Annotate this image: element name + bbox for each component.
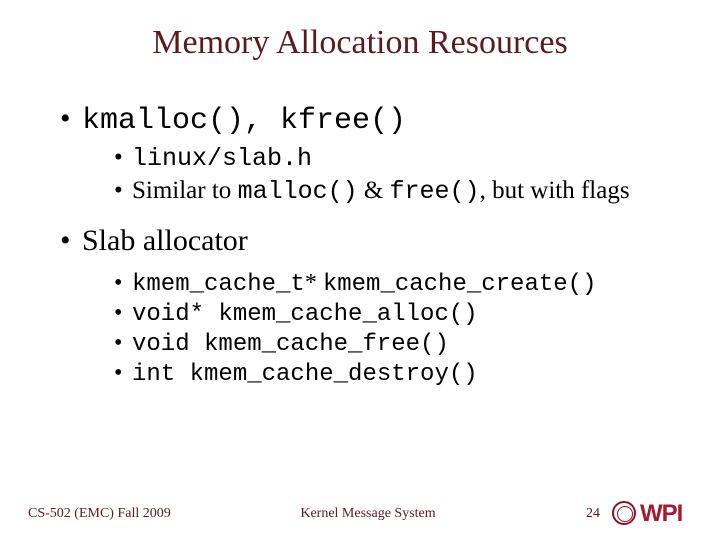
bullet-icon xyxy=(60,224,82,258)
slide-title: Memory Allocation Resources xyxy=(0,24,720,62)
code-pre: int kmem_cache_destroy() xyxy=(132,361,478,388)
bullet-icon xyxy=(114,177,132,205)
subbullet-similar-to: Similar to malloc() & free(), but with f… xyxy=(114,177,680,206)
subbullet-kmem-free: void kmem_cache_free() xyxy=(114,330,680,358)
slide-footer: CS-502 (EMC) Fall 2009 Kernel Message Sy… xyxy=(28,498,708,528)
bullet-text: linux/slab.h xyxy=(132,144,312,173)
code-free: free() xyxy=(390,177,480,206)
text-post: , but with flags xyxy=(480,177,630,204)
bullet-text: kmalloc(), kfree() xyxy=(82,104,406,138)
bullet-icon xyxy=(114,330,132,357)
page-number: 24 xyxy=(586,506,600,522)
bullet-slab-allocator: Slab allocator xyxy=(60,224,680,258)
code-pre: kmem_cache_t xyxy=(132,271,305,298)
text-pre: Similar to xyxy=(132,177,238,204)
seal-icon xyxy=(612,501,636,525)
slide: Memory Allocation Resources kmalloc(), k… xyxy=(0,0,720,540)
bullet-icon xyxy=(114,300,132,327)
slide-body: kmalloc(), kfree() linux/slab.h Similar … xyxy=(60,102,680,390)
bullet-text: Slab allocator xyxy=(82,224,248,257)
logo-text: WPI xyxy=(640,500,682,528)
bullet-icon xyxy=(114,360,132,387)
bullet-icon xyxy=(114,144,132,172)
code-pre: void kmem_cache_free() xyxy=(132,331,449,358)
bullet-icon xyxy=(60,102,82,136)
text-plain: * xyxy=(305,270,323,296)
subbullet-kmem-destroy: int kmem_cache_destroy() xyxy=(114,360,680,388)
code-pre: void* kmem_cache_alloc() xyxy=(132,301,478,328)
bullet-kmalloc-kfree: kmalloc(), kfree() xyxy=(60,102,680,138)
subbullet-kmem-alloc: void* kmem_cache_alloc() xyxy=(114,300,680,328)
text-mid: & xyxy=(358,177,390,204)
code-malloc: malloc() xyxy=(238,177,358,206)
footer-center: Kernel Message System xyxy=(28,506,708,522)
subbullet-kmem-create: kmem_cache_t* kmem_cache_create() xyxy=(114,270,680,298)
spacer xyxy=(60,210,680,224)
code-post: kmem_cache_create() xyxy=(323,271,597,298)
subbullet-slab-header: linux/slab.h xyxy=(114,144,680,173)
bullet-icon xyxy=(114,270,132,297)
wpi-logo: WPI xyxy=(612,498,708,528)
